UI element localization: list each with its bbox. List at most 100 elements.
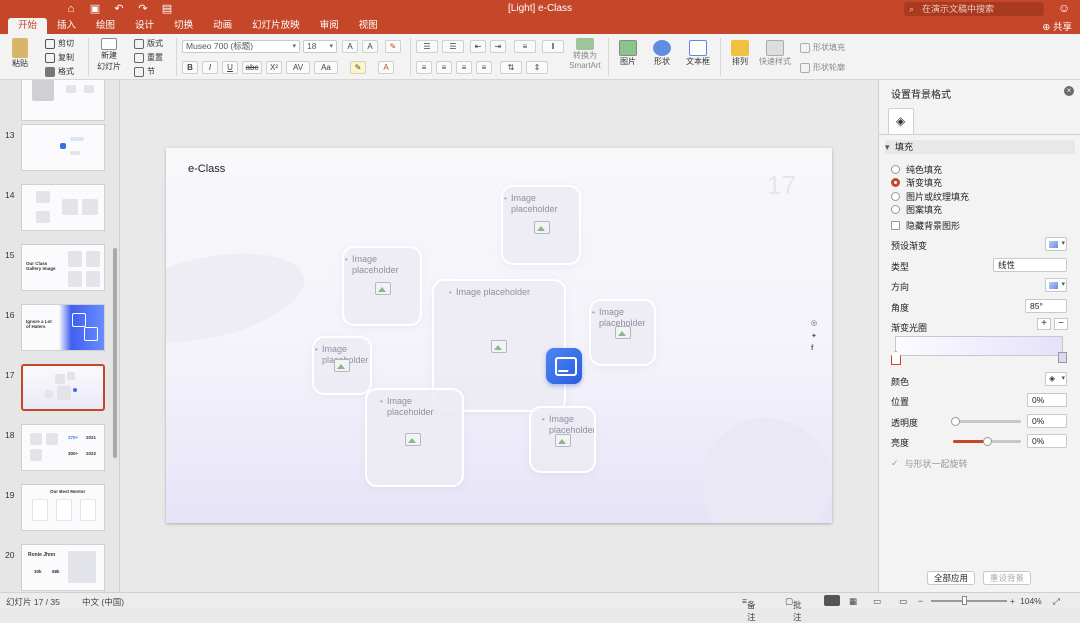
bold-button[interactable]: B xyxy=(182,61,198,74)
angle-input[interactable]: 85° xyxy=(1025,299,1067,313)
text-direction-icon[interactable]: ⇅ xyxy=(500,61,522,74)
section-button[interactable]: 节 xyxy=(134,66,155,77)
image-placeholder[interactable]: Image placeholder xyxy=(342,246,422,326)
font-size-select[interactable]: 18 xyxy=(303,40,337,53)
char-spacing-button[interactable]: AV xyxy=(286,61,310,74)
preset-gradient-dropdown[interactable] xyxy=(1045,237,1067,251)
reading-view-icon[interactable]: ▭ xyxy=(873,596,881,607)
new-slide-button[interactable]: 新建 幻灯片 xyxy=(94,38,124,72)
picture-button[interactable]: 图片 xyxy=(614,40,642,67)
tab-transitions[interactable]: 切换 xyxy=(164,18,203,34)
align-left-icon[interactable]: ≡ xyxy=(416,61,432,74)
fill-section-header[interactable]: 填充 xyxy=(885,140,1075,154)
align-right-icon[interactable]: ≡ xyxy=(456,61,472,74)
shrink-font-button[interactable]: A xyxy=(362,40,378,53)
tab-draw[interactable]: 绘图 xyxy=(86,18,125,34)
rotate-with-shape-checkbox[interactable]: ✓ 与形状一起旋转 xyxy=(891,457,968,470)
slide-sorter-icon[interactable]: ▦ xyxy=(849,596,857,607)
tab-slideshow[interactable]: 幻灯片放映 xyxy=(242,18,310,34)
zoom-slider-handle[interactable] xyxy=(962,596,967,605)
reset-button[interactable]: 重置 xyxy=(134,52,163,63)
convert-smartart-button[interactable]: 转换为 SmartArt xyxy=(565,38,605,70)
tab-animations[interactable]: 动画 xyxy=(203,18,242,34)
format-painter-button[interactable]: 格式 xyxy=(45,66,74,77)
image-placeholder[interactable]: Image placeholder xyxy=(589,299,656,366)
present-icon[interactable]: ▤ xyxy=(160,2,174,16)
image-placeholder[interactable]: Image placeholder xyxy=(529,406,596,473)
comments-button[interactable]: ▢ 批注 xyxy=(785,596,802,622)
quick-styles-button[interactable]: 快速样式 xyxy=(758,40,792,67)
hide-background-checkbox[interactable]: 隐藏背景图形 xyxy=(891,219,960,232)
copy-button[interactable]: 复制 xyxy=(45,52,74,63)
picture-fill-radio[interactable]: 图片或纹理填充 xyxy=(891,190,969,203)
slide-thumbnail-selected[interactable]: 17 xyxy=(0,364,118,414)
paste-button[interactable]: 粘贴 xyxy=(8,38,32,69)
decrease-indent-icon[interactable]: ⇤ xyxy=(470,40,486,53)
notes-button[interactable]: ≡ 备注 xyxy=(742,596,755,622)
highlight-icon[interactable]: ✎ xyxy=(350,61,366,74)
slide-thumbnail[interactable]: 19 Our Best Mentor xyxy=(0,484,118,534)
zoom-slider[interactable] xyxy=(931,600,1007,602)
pattern-fill-radio[interactable]: 图案填充 xyxy=(891,203,942,216)
apply-all-button[interactable]: 全部应用 xyxy=(927,571,975,585)
position-input[interactable]: 0% xyxy=(1027,393,1067,407)
layout-button[interactable]: 版式 xyxy=(134,38,163,49)
strikethrough-button[interactable]: abc xyxy=(242,61,262,74)
gallery-icon[interactable] xyxy=(546,348,582,384)
underline-button[interactable]: U xyxy=(222,61,238,74)
slide-thumbnail[interactable]: 14 xyxy=(0,184,118,234)
slide-title[interactable]: e-Class xyxy=(188,163,225,175)
image-placeholder[interactable]: Image placeholder xyxy=(312,336,372,395)
add-stop-button[interactable]: + xyxy=(1037,318,1051,330)
align-center-icon[interactable]: ≡ xyxy=(436,61,452,74)
zoom-level[interactable]: 104% xyxy=(1020,596,1042,606)
clear-format-button[interactable]: ✎ xyxy=(385,40,401,53)
italic-button[interactable]: I xyxy=(202,61,218,74)
bullets-icon[interactable]: ☰ xyxy=(416,40,438,53)
tab-home[interactable]: 开始 xyxy=(8,18,48,34)
transparency-input[interactable]: 0% xyxy=(1027,414,1067,428)
shape-outline-button[interactable]: 形状轮廓 xyxy=(800,62,845,73)
tab-design[interactable]: 设计 xyxy=(125,18,164,34)
reset-background-button[interactable]: 重设背景 xyxy=(983,571,1031,585)
user-icon[interactable]: ☺ xyxy=(1058,1,1070,15)
slide-thumbnail[interactable]: 16 Ignore a Lot of Haters xyxy=(0,304,118,354)
undo-icon[interactable]: ↶ xyxy=(112,2,126,16)
font-name-select[interactable]: Museo 700 (标题) xyxy=(182,40,300,53)
zoom-in-icon[interactable]: + xyxy=(1010,596,1015,606)
tab-view[interactable]: 视图 xyxy=(349,18,388,34)
thumbnails-scrollbar[interactable] xyxy=(113,248,117,458)
grow-font-button[interactable]: A xyxy=(342,40,358,53)
slide-thumbnail[interactable] xyxy=(0,80,118,124)
slide-thumbnail[interactable]: 20 Ronie Jhnn 30k 68k xyxy=(0,544,118,592)
slider-handle[interactable] xyxy=(983,437,992,446)
share-button[interactable]: ⊕ 共享 xyxy=(1042,19,1072,33)
redo-icon[interactable]: ↷ xyxy=(136,2,150,16)
arrange-button[interactable]: 排列 xyxy=(726,40,754,67)
slideshow-icon[interactable]: ▭ xyxy=(899,596,907,607)
remove-stop-button[interactable]: − xyxy=(1054,318,1068,330)
close-icon[interactable]: × xyxy=(1064,86,1074,96)
columns-icon[interactable]: ‖ xyxy=(542,40,564,53)
save-icon[interactable]: ▣ xyxy=(88,2,102,16)
brightness-slider[interactable] xyxy=(953,437,1021,446)
direction-dropdown[interactable] xyxy=(1045,278,1067,292)
fit-slide-icon[interactable]: ⤢ xyxy=(1053,596,1060,607)
justify-icon[interactable]: ≡ xyxy=(476,61,492,74)
solid-fill-radio[interactable]: 纯色填充 xyxy=(891,163,942,176)
textbox-button[interactable]: 文本框 xyxy=(682,40,714,67)
type-select[interactable]: 线性 xyxy=(993,258,1067,272)
image-placeholder[interactable]: Image placeholder xyxy=(501,185,581,265)
fill-tab[interactable]: ◈ xyxy=(888,108,914,134)
search-input[interactable]: ⌕ 在演示文稿中搜索 xyxy=(904,2,1044,16)
cut-button[interactable]: 剪切 xyxy=(45,38,74,49)
slide-thumbnail[interactable]: 13 xyxy=(0,124,118,174)
slider-handle[interactable] xyxy=(951,417,960,426)
font-color-icon[interactable]: A xyxy=(378,61,394,74)
tab-insert[interactable]: 插入 xyxy=(47,18,86,34)
normal-view-icon[interactable] xyxy=(824,595,840,606)
increase-indent-icon[interactable]: ⇥ xyxy=(490,40,506,53)
numbering-icon[interactable]: ☰ xyxy=(442,40,464,53)
line-spacing-icon[interactable]: ≡ xyxy=(514,40,536,53)
shape-button[interactable]: 形状 xyxy=(648,40,676,67)
